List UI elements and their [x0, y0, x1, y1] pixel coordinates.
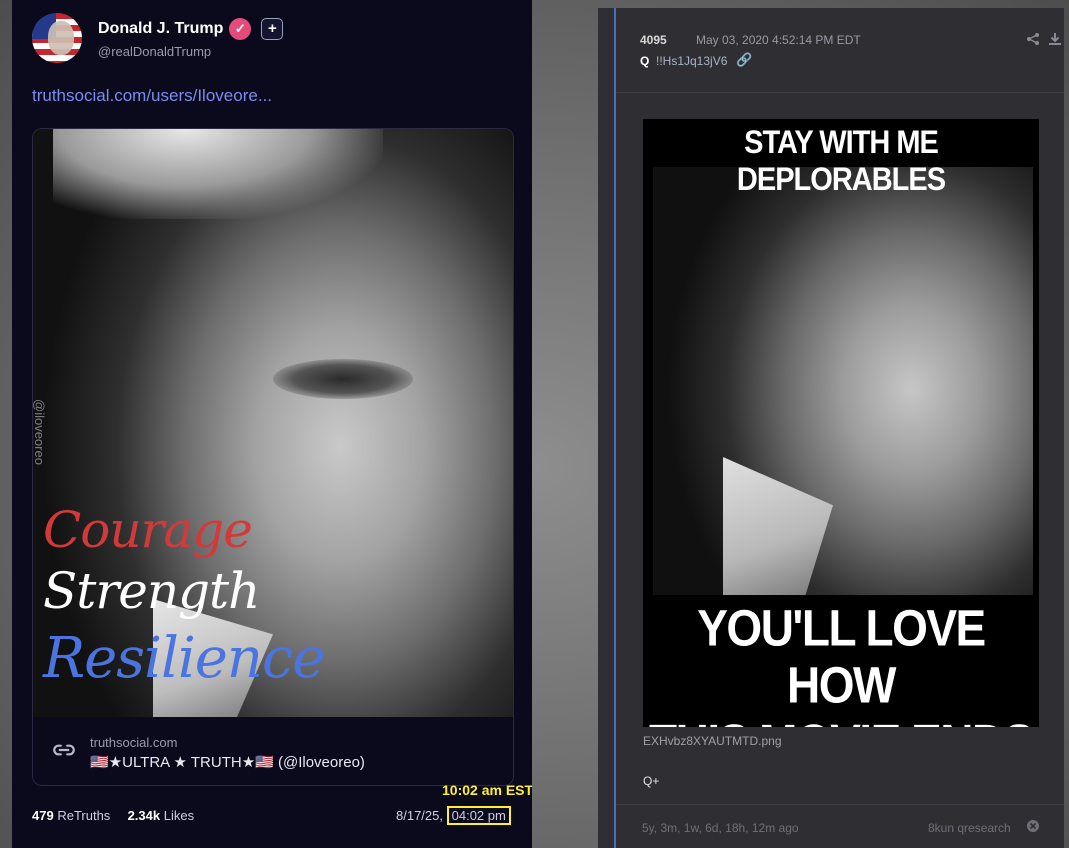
author-name: Q — [640, 54, 650, 68]
annotation-est-time: 10:02 am EST — [442, 782, 532, 798]
q-post: 4095 May 03, 2020 4:52:14 PM EDT Q !!Hs1… — [598, 8, 1064, 848]
post-header: Donald J. Trump ✓ + @realDonaldTrump — [32, 12, 284, 64]
board-name[interactable]: 8kun qresearch — [928, 821, 1011, 835]
display-name[interactable]: Donald J. Trump — [98, 20, 223, 38]
q-post-header: 4095 May 03, 2020 4:52:14 PM EDT Q !!Hs1… — [616, 8, 1064, 93]
post-date: 8/17/25, — [396, 808, 443, 823]
post-stats: 479 ReTruths 2.34k Likes — [32, 808, 194, 823]
meme-image[interactable]: STAY WITH ME DEPLORABLES YOU'LL LOVE HOW… — [643, 119, 1039, 727]
user-handle[interactable]: @realDonaldTrump — [98, 44, 283, 59]
image-filename[interactable]: EXHvbz8XYAUTMTD.png — [643, 734, 782, 748]
post-age: 5y, 3m, 1w, 6d, 18h, 12m ago — [642, 821, 799, 835]
link-icon — [53, 744, 75, 756]
q-post-time: May 03, 2020 4:52:14 PM EDT — [696, 33, 861, 47]
chain-link-icon[interactable]: 🔗 — [736, 52, 752, 68]
post-link[interactable]: truthsocial.com/users/Iloveore... — [32, 86, 272, 106]
truth-social-post: Donald J. Trump ✓ + @realDonaldTrump tru… — [12, 0, 532, 848]
tripcode: !!Hs1Jq13jV6 — [656, 54, 728, 68]
word-strength: Strength — [43, 562, 260, 620]
link-preview-card[interactable]: @iloveoreo Courage Strength Resilience t… — [32, 128, 514, 786]
meme-bottom-line-2: THIS MOVIE ENDS — [643, 714, 1039, 727]
meme-top-text: STAY WITH ME DEPLORABLES — [736, 125, 946, 198]
verified-badge-icon: ✓ — [229, 17, 252, 40]
meme-photo — [653, 167, 1033, 595]
avatar[interactable] — [32, 13, 82, 63]
meme-bottom-text: YOU'LL LOVE HOW THIS MOVIE ENDS — [643, 599, 1039, 727]
q-post-footer: 5y, 3m, 1w, 6d, 18h, 12m ago 8kun qresea… — [616, 804, 1064, 848]
author-block: Donald J. Trump ✓ + @realDonaldTrump — [98, 17, 284, 59]
likes-label[interactable]: Likes — [164, 808, 194, 823]
preview-domain: truthsocial.com — [90, 735, 178, 750]
name-row: Donald J. Trump ✓ + — [98, 17, 284, 40]
follow-plus-icon[interactable]: + — [261, 17, 284, 40]
avatar-face — [48, 21, 74, 55]
likes-count[interactable]: 2.34k — [128, 808, 161, 823]
post-body: Q+ — [643, 774, 660, 788]
post-timestamp[interactable]: 8/17/25, 04:02 pm — [396, 806, 511, 825]
thread-line — [614, 8, 616, 848]
post-number[interactable]: 4095 — [640, 33, 667, 47]
share-icon[interactable] — [1026, 32, 1040, 46]
meme-bottom-line-1: YOU'LL LOVE HOW — [697, 599, 986, 714]
retruths-count[interactable]: 479 — [32, 808, 54, 823]
close-icon[interactable] — [1026, 819, 1040, 833]
post-time-highlighted: 04:02 pm — [446, 806, 511, 825]
retruths-label[interactable]: ReTruths — [57, 808, 110, 823]
preview-image: @iloveoreo Courage Strength Resilience — [33, 129, 513, 717]
image-watermark: @iloveoreo — [33, 399, 47, 465]
meme-photo-collar — [723, 457, 833, 595]
preview-footer: truthsocial.com 🇺🇸★ULTRA ★ TRUTH★🇺🇸 (@Il… — [33, 717, 513, 785]
download-icon[interactable] — [1048, 32, 1062, 46]
photo-hair-shading — [53, 129, 383, 219]
photo-eye-shading — [273, 359, 413, 399]
preview-title: 🇺🇸★ULTRA ★ TRUTH★🇺🇸 (@Iloveoreo) — [90, 754, 365, 771]
word-courage: Courage — [43, 501, 253, 559]
word-resilience: Resilience — [43, 626, 325, 691]
